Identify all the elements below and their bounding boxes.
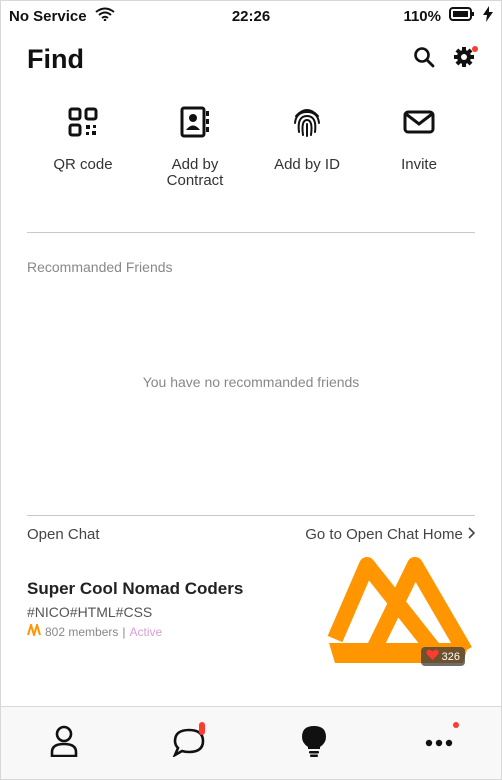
- likes-count: 326: [441, 650, 460, 663]
- tab-more[interactable]: [409, 718, 469, 768]
- more-dots-icon: [425, 734, 453, 752]
- clock: 22:26: [231, 7, 271, 25]
- chevron-right-icon: [467, 526, 476, 543]
- add-by-contract-button[interactable]: Add by Contract: [139, 105, 251, 189]
- page-header: Find: [27, 39, 478, 79]
- heart-icon: [426, 649, 439, 664]
- battery-percent: 110%: [403, 7, 441, 25]
- status-bar: No Service 22:26 110%: [1, 1, 501, 31]
- recommended-friends-title: Recommanded Friends: [27, 259, 173, 275]
- add-by-id-button[interactable]: Add by ID: [251, 105, 363, 189]
- quick-actions: QR code Add by Contract Add by ID Invite: [27, 105, 475, 189]
- qr-code-label: QR code: [53, 156, 113, 173]
- search-icon: [413, 46, 435, 73]
- settings-notification-dot: [472, 46, 478, 52]
- qr-code-icon: [66, 105, 100, 139]
- active-status: Active: [129, 624, 163, 639]
- contact-book-icon: [178, 105, 212, 139]
- open-chat-home-link[interactable]: Go to Open Chat Home: [305, 526, 476, 543]
- tab-friends[interactable]: [34, 718, 94, 768]
- invite-label: Invite: [401, 156, 437, 173]
- open-chat-title: Open Chat: [27, 526, 100, 543]
- divider: [27, 515, 475, 516]
- person-icon: [50, 725, 78, 762]
- page-title: Find: [27, 43, 84, 74]
- search-button[interactable]: [411, 46, 437, 72]
- likes-badge: 326: [420, 647, 465, 666]
- no-recommendations-message: You have no recommanded friends: [142, 374, 360, 390]
- open-chat-header: Open Chat Go to Open Chat Home: [27, 526, 476, 543]
- chat-thumbnail: 326: [327, 553, 475, 673]
- chats-notification-badge: [198, 722, 205, 735]
- tab-bar: [1, 706, 501, 779]
- divider: [27, 232, 475, 233]
- open-chat-card[interactable]: Super Cool Nomad Coders #NICO#HTML#CSS 8…: [27, 557, 475, 679]
- qr-code-button[interactable]: QR code: [27, 105, 139, 189]
- more-notification-dot: [452, 722, 459, 728]
- battery-icon: [449, 7, 475, 25]
- settings-button[interactable]: [451, 46, 478, 72]
- fingerprint-icon: [290, 105, 324, 139]
- add-by-id-label: Add by ID: [274, 156, 340, 173]
- tab-chats[interactable]: [159, 718, 219, 768]
- carrier-label: No Service: [9, 7, 87, 25]
- add-by-contract-label: Add by Contract: [166, 156, 224, 189]
- envelope-icon: [402, 105, 436, 139]
- member-count: 802 members: [45, 624, 119, 639]
- open-chat-home-label: Go to Open Chat Home: [305, 526, 463, 543]
- meta-separator: |: [122, 624, 126, 639]
- wifi-icon: [94, 7, 115, 25]
- invite-button[interactable]: Invite: [363, 105, 475, 189]
- chat-logo-icon: [27, 621, 41, 639]
- charging-bolt-icon: [483, 6, 493, 26]
- tab-find[interactable]: [284, 718, 344, 768]
- lightbulb-icon: [301, 725, 327, 762]
